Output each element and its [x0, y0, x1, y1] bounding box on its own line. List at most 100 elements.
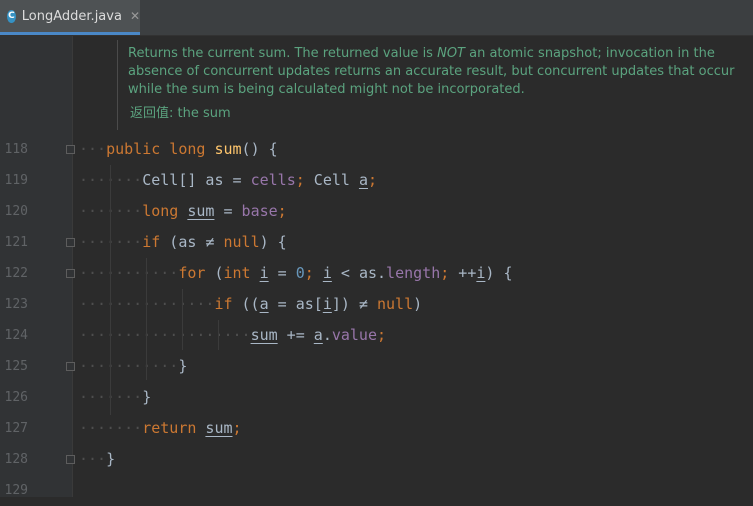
line-number[interactable]: 128	[0, 444, 28, 475]
code-token: .	[322, 326, 332, 344]
code-token: long	[142, 202, 188, 220]
code-token: sum	[205, 419, 233, 437]
whitespace-indicator: ·······	[79, 419, 143, 437]
code-token: ((	[241, 295, 260, 313]
code-token: value	[331, 326, 377, 344]
whitespace-indicator: ···········	[79, 357, 179, 375]
code-token: if	[142, 233, 170, 251]
line-number[interactable]: 124	[0, 320, 28, 351]
code-token: +=	[277, 326, 314, 344]
code-token: ;	[295, 171, 314, 189]
code-line[interactable]: ·······}	[0, 382, 753, 413]
code-line[interactable]: ······· Cell[] as = cells; Cell a;	[0, 165, 753, 196]
code-token: = as[	[268, 295, 323, 313]
code-token: =	[214, 202, 242, 220]
code-token: i	[322, 264, 332, 282]
line-number[interactable]: 122	[0, 258, 28, 289]
code-token: return	[142, 419, 206, 437]
line-number[interactable]: 127	[0, 413, 28, 444]
close-icon[interactable]: ✕	[130, 9, 140, 23]
code-token: public	[106, 140, 170, 158]
java-class-icon: C	[7, 9, 16, 23]
code-line[interactable]: ···········}	[0, 351, 753, 382]
javadoc-description: Returns the current sum. The returned va…	[128, 45, 748, 99]
indent-guide	[146, 258, 147, 380]
line-number[interactable]: 123	[0, 289, 28, 320]
code-token: () {	[241, 140, 278, 158]
code-token: a	[259, 295, 269, 313]
code-token: cells	[250, 171, 296, 189]
rendered-javadoc: Returns the current sum. The returned va…	[117, 40, 753, 130]
line-number[interactable]: 118	[0, 134, 28, 165]
indent-guide	[182, 289, 183, 350]
code-token: ;	[232, 419, 242, 437]
code-tokens: Cell[] as = cells; Cell a;	[142, 165, 377, 196]
code-line[interactable]	[0, 475, 753, 506]
code-tokens: }	[178, 351, 187, 382]
fold-marker-icon[interactable]	[66, 238, 75, 247]
code-token: ;	[440, 264, 459, 282]
fold-marker-icon[interactable]	[66, 269, 75, 278]
code-token: 0	[295, 264, 305, 282]
code-tokens: }	[106, 444, 115, 475]
code-token: for	[178, 264, 215, 282]
code-token: a	[358, 171, 368, 189]
line-number[interactable]: 125	[0, 351, 28, 382]
code-token: }	[178, 357, 188, 375]
editor-tab-bar: C LongAdder.java ✕	[0, 0, 753, 36]
javadoc-text-1: Returns the current sum. The returned va…	[128, 46, 438, 61]
line-number[interactable]: 120	[0, 196, 28, 227]
code-token: < as.	[331, 264, 387, 282]
indent-guide	[110, 165, 111, 415]
code-token: sum	[250, 326, 278, 344]
code-token: ;	[277, 202, 287, 220]
tab-filename: LongAdder.java	[21, 8, 122, 24]
code-line[interactable]: ··········· for (int i = 0; i < as.length…	[0, 258, 753, 289]
code-line[interactable]: ······· return sum;	[0, 413, 753, 444]
code-line[interactable]: ······· long sum = base;	[0, 196, 753, 227]
code-token: length	[386, 264, 441, 282]
code-tokens: }	[142, 382, 151, 413]
code-token: base	[241, 202, 278, 220]
fold-marker-icon[interactable]	[66, 362, 75, 371]
code-token: int	[223, 264, 260, 282]
line-number[interactable]: 119	[0, 165, 28, 196]
code-token: ;	[367, 171, 378, 189]
code-line[interactable]: ··············· if ((a = as[i]) ≠ null)	[0, 289, 753, 320]
code-token: )	[413, 295, 423, 313]
code-token: }	[142, 388, 152, 406]
whitespace-indicator: ···········	[79, 264, 179, 282]
code-tokens: public long sum() {	[106, 134, 278, 165]
code-token: long	[169, 140, 215, 158]
code-token: (as ≠	[169, 233, 224, 251]
javadoc-return-label: 返回值:	[130, 106, 174, 121]
code-tokens: for (int i = 0; i < as.length; ++i) {	[178, 258, 512, 289]
fold-marker-icon[interactable]	[66, 455, 75, 464]
javadoc-return-value: the sum	[177, 106, 231, 121]
whitespace-indicator: ···················	[79, 326, 251, 344]
line-number[interactable]: 121	[0, 227, 28, 258]
code-tokens: long sum = base;	[142, 196, 287, 227]
javadoc-emphasis: NOT	[437, 46, 465, 61]
code-token: null	[223, 233, 260, 251]
code-token: i	[259, 264, 269, 282]
line-number[interactable]: 126	[0, 382, 28, 413]
code-line[interactable]: ···}	[0, 444, 753, 475]
code-line[interactable]: ··················· sum += a.value;	[0, 320, 753, 351]
line-number[interactable]: 129	[0, 475, 28, 506]
code-token: null	[377, 295, 414, 313]
code-token: sum	[214, 140, 242, 158]
tab-longadder-java[interactable]: C LongAdder.java ✕	[0, 0, 140, 35]
code-token: ) {	[485, 264, 513, 282]
code-line[interactable]: ······· if (as ≠ null) {	[0, 227, 753, 258]
code-tokens: return sum;	[142, 413, 241, 444]
code-token: Cell	[313, 171, 359, 189]
code-token: Cell[] as =	[142, 171, 251, 189]
code-line[interactable]: ··· public long sum() {	[0, 134, 753, 165]
code-token: }	[106, 450, 116, 468]
code-token: if	[214, 295, 242, 313]
indent-guide	[218, 320, 219, 350]
fold-marker-icon[interactable]	[66, 145, 75, 154]
code-token: i	[322, 295, 332, 313]
code-token: =	[268, 264, 296, 282]
